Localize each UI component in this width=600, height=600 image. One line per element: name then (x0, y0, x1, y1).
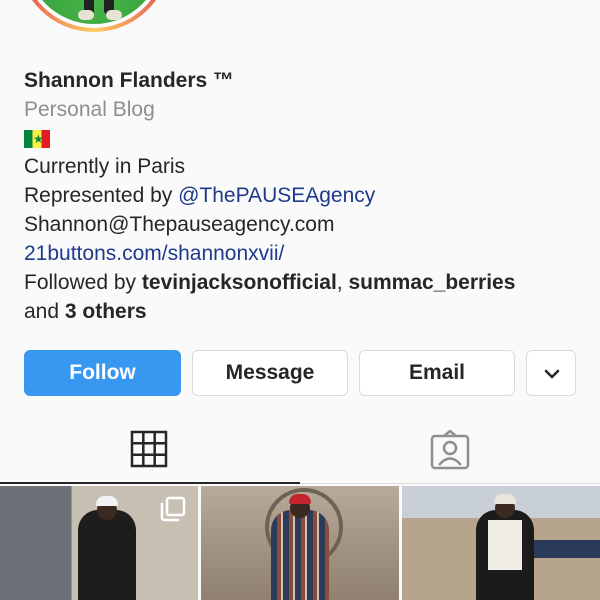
agency-mention-link[interactable]: @ThePAUSEAgency (178, 184, 375, 207)
follow-button[interactable]: Follow (24, 350, 181, 396)
follower-user-link[interactable]: summac_berries (348, 271, 515, 294)
profile-avatar[interactable] (18, 0, 170, 32)
avatar-photo (26, 0, 162, 24)
grid-icon (130, 430, 168, 468)
suggested-accounts-button[interactable] (526, 350, 576, 396)
followed-by-and: and (24, 300, 65, 323)
bio-location: Currently in Paris (24, 155, 186, 178)
message-button[interactable]: Message (192, 350, 348, 396)
post-thumbnail[interactable] (201, 486, 399, 600)
profile-tabs (0, 420, 600, 484)
bio-represented-prefix: Represented by (24, 184, 179, 207)
post-thumbnail[interactable] (402, 486, 600, 600)
bio-flag-line: ★ (24, 124, 584, 152)
followed-by-separator: , (336, 271, 349, 294)
followed-by-others[interactable]: and 3 others (24, 297, 584, 326)
profile-actions: Follow Message Email (24, 350, 576, 396)
followed-by-prefix: Followed by (24, 271, 142, 294)
photo-figure (78, 510, 136, 600)
posts-grid (0, 486, 600, 600)
bio-represented: Represented by @ThePAUSEAgency (24, 181, 584, 210)
email-button[interactable]: Email (359, 350, 515, 396)
profile-name: Shannon Flanders ™ (24, 69, 235, 92)
photo-figure-cap (96, 496, 118, 506)
photo-figure-shirt (488, 520, 522, 570)
photo-figure-cap (289, 494, 311, 504)
photo-figure-cap (494, 494, 516, 504)
tagged-person-icon (430, 430, 470, 470)
website-link[interactable]: 21buttons.com/shannonxvii/ (24, 239, 584, 268)
follower-user-link[interactable]: tevinjacksonofficial (142, 271, 337, 294)
followed-by-others-count: 3 others (64, 300, 147, 323)
post-thumbnail[interactable] (0, 486, 198, 600)
photo-figure (271, 510, 329, 600)
followed-by: Followed by tevinjacksonofficial, summac… (24, 268, 584, 297)
tab-posts-grid[interactable] (0, 420, 300, 484)
avatar-figure-shoe (78, 10, 94, 20)
chevron-down-icon (544, 369, 560, 379)
profile-bio: Shannon Flanders ™ Personal Blog ★ Curre… (24, 66, 584, 326)
avatar-figure-shoe (106, 10, 122, 20)
profile-category: Personal Blog (24, 98, 155, 121)
bio-email: Shannon@Thepauseagency.com (24, 213, 335, 236)
senegal-flag-icon: ★ (24, 130, 50, 148)
tab-tagged[interactable] (300, 420, 600, 484)
multiple-photos-icon (160, 496, 186, 522)
avatar-ring (22, 0, 166, 28)
